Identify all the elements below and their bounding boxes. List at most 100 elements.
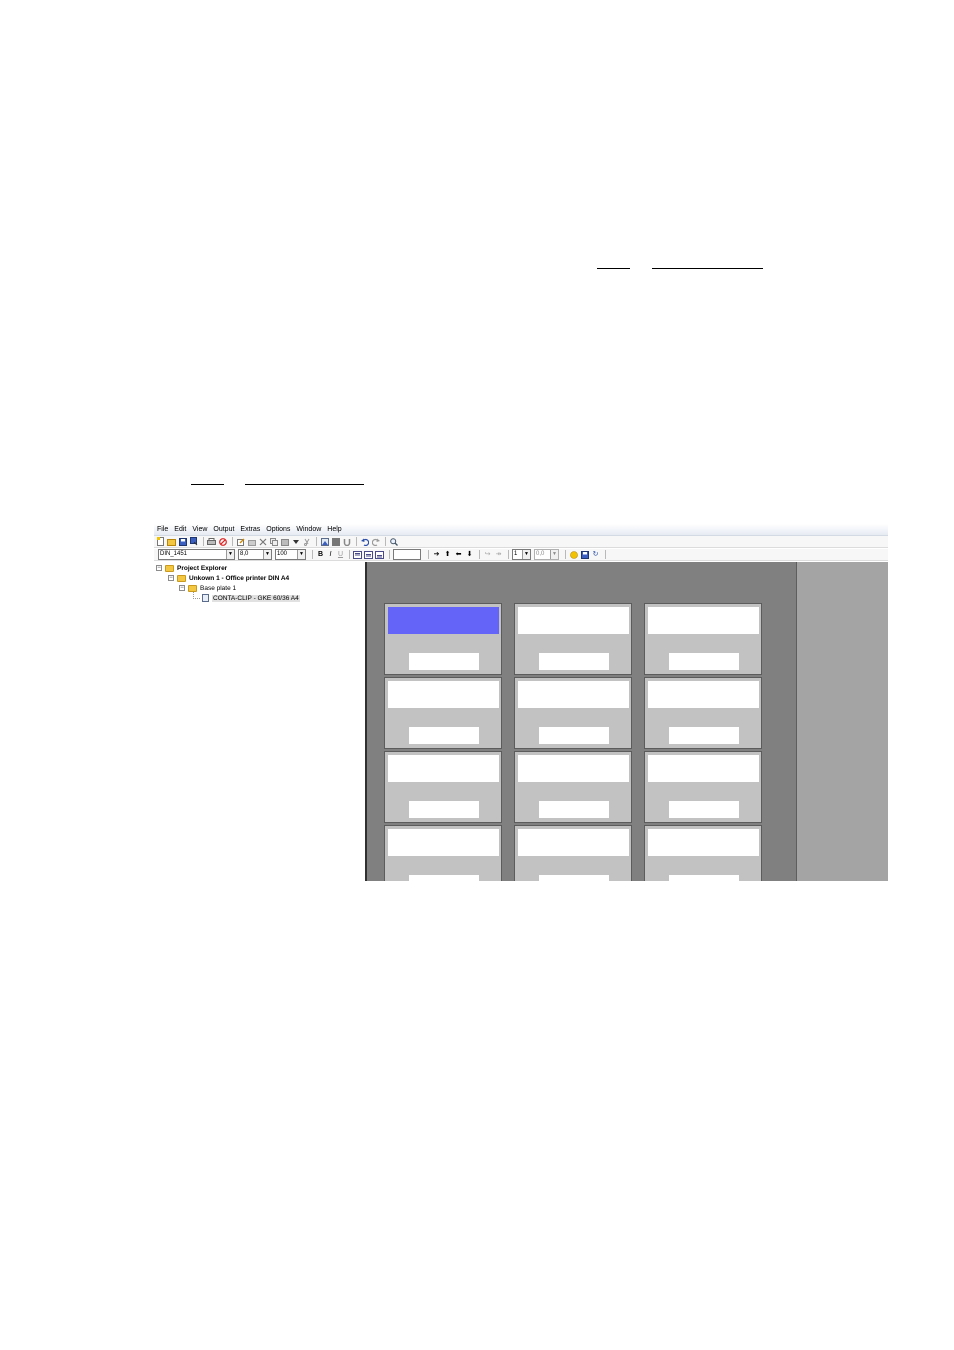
label-cell[interactable] [384, 677, 502, 749]
menu-output[interactable]: Output [210, 524, 237, 535]
line-count-select[interactable]: 1 ▼ [512, 549, 531, 560]
align-middle-icon[interactable] [364, 550, 373, 559]
label-cell[interactable] [384, 825, 502, 881]
label-bottom-field[interactable] [539, 653, 609, 670]
tree-root[interactable]: − Project Explorer [156, 563, 227, 573]
cut-icon[interactable] [302, 537, 311, 546]
font-select[interactable]: DIN_1451 ▼ [158, 549, 235, 560]
label-cell[interactable] [514, 751, 632, 823]
edit2-icon[interactable] [247, 537, 256, 546]
label-top-field[interactable] [648, 681, 759, 708]
magnet-icon[interactable] [342, 537, 351, 546]
italic-button[interactable]: I [326, 550, 335, 559]
edit-icon[interactable] [236, 537, 245, 546]
label-bottom-field[interactable] [409, 653, 479, 670]
label-top-field[interactable] [388, 681, 499, 708]
menu-file[interactable]: File [154, 524, 171, 535]
zoom-icon[interactable] [389, 537, 398, 546]
label-bottom-field[interactable] [669, 727, 739, 744]
underline-4 [245, 484, 364, 485]
menu-window[interactable]: Window [293, 524, 324, 535]
label-top-field[interactable] [388, 607, 499, 634]
label-bottom-field[interactable] [539, 875, 609, 881]
image-icon[interactable] [320, 537, 329, 546]
collapse-icon[interactable]: − [168, 575, 174, 581]
dropdown-icon[interactable] [291, 537, 300, 546]
label-top-field[interactable] [518, 755, 629, 782]
menu-help[interactable]: Help [324, 524, 344, 535]
chevron-down-icon[interactable]: ▼ [263, 550, 271, 559]
canvas-edge [796, 562, 797, 881]
collapse-icon[interactable]: − [179, 585, 185, 591]
chevron-down-icon[interactable]: ▼ [297, 550, 305, 559]
label-cell[interactable] [644, 751, 762, 823]
toolbar-separator [385, 537, 386, 546]
label-cell[interactable] [514, 677, 632, 749]
spacing-select[interactable]: 0,0 ▼ [534, 549, 559, 560]
arrow-down-icon[interactable]: ⬇ [465, 550, 474, 559]
label-bottom-field[interactable] [669, 653, 739, 670]
label-cell[interactable] [384, 751, 502, 823]
forward2-icon[interactable]: ↠ [494, 550, 503, 559]
open-icon[interactable] [167, 537, 176, 546]
smiley-icon[interactable] [569, 550, 578, 559]
refresh-icon[interactable]: ↻ [591, 550, 600, 559]
label-cell[interactable] [514, 603, 632, 675]
label-cell[interactable] [644, 825, 762, 881]
save-icon[interactable] [178, 537, 187, 546]
label-cell[interactable] [514, 825, 632, 881]
label-bottom-field[interactable] [669, 801, 739, 818]
fill-icon[interactable] [331, 537, 340, 546]
menu-extras[interactable]: Extras [237, 524, 263, 535]
label-bottom-field[interactable] [409, 727, 479, 744]
label-top-field[interactable] [518, 681, 629, 708]
label-top-field[interactable] [518, 607, 629, 634]
label-bottom-field[interactable] [539, 801, 609, 818]
delete-icon[interactable] [258, 537, 267, 546]
menu-options[interactable]: Options [263, 524, 293, 535]
label-top-field[interactable] [388, 829, 499, 856]
label-top-field[interactable] [648, 755, 759, 782]
tree-plate[interactable]: − Base plate 1 [179, 583, 236, 593]
label-cell[interactable] [384, 603, 502, 675]
undo-icon[interactable] [360, 537, 369, 546]
collapse-icon[interactable]: − [156, 565, 162, 571]
paste-icon[interactable] [280, 537, 289, 546]
bold-button[interactable]: B [316, 550, 325, 559]
underline-button[interactable]: U [336, 550, 345, 559]
save-icon[interactable] [580, 550, 589, 559]
chevron-down-icon[interactable]: ▼ [226, 550, 234, 559]
menu-edit[interactable]: Edit [171, 524, 189, 535]
new-icon[interactable] [156, 537, 165, 546]
label-bottom-field[interactable] [409, 875, 479, 881]
label-top-field[interactable] [518, 829, 629, 856]
save-as-icon[interactable] [189, 537, 198, 546]
arrow-right-icon[interactable]: ➔ [432, 550, 441, 559]
align-top-icon[interactable] [353, 550, 362, 559]
label-cell[interactable] [644, 603, 762, 675]
label-top-field[interactable] [388, 755, 499, 782]
scale-select[interactable]: 100 ▼ [275, 549, 306, 560]
tree-item[interactable]: CONTA-CLIP - GKE 60/36 A4 [193, 592, 300, 603]
label-bottom-field[interactable] [539, 727, 609, 744]
align-bottom-icon[interactable] [375, 550, 384, 559]
arrow-left-icon[interactable]: ⬅ [454, 550, 463, 559]
label-top-field[interactable] [648, 607, 759, 634]
font-size-select[interactable]: 8,0 ▼ [238, 549, 272, 560]
label-cell[interactable] [644, 677, 762, 749]
toolbar-separator [479, 550, 480, 559]
color-picker[interactable] [393, 549, 421, 560]
chevron-down-icon[interactable]: ▼ [550, 550, 558, 559]
chevron-down-icon[interactable]: ▼ [522, 550, 530, 559]
forward-icon[interactable]: ↪ [483, 550, 492, 559]
arrow-up-icon[interactable]: ⬆ [443, 550, 452, 559]
menu-view[interactable]: View [189, 524, 210, 535]
tree-project[interactable]: − Unkown 1 - Office printer DIN A4 [168, 573, 289, 583]
stop-icon[interactable] [218, 537, 227, 546]
label-bottom-field[interactable] [669, 875, 739, 881]
redo-icon[interactable] [371, 537, 380, 546]
label-top-field[interactable] [648, 829, 759, 856]
print-icon[interactable] [207, 537, 216, 546]
copy-icon[interactable] [269, 537, 278, 546]
label-bottom-field[interactable] [409, 801, 479, 818]
